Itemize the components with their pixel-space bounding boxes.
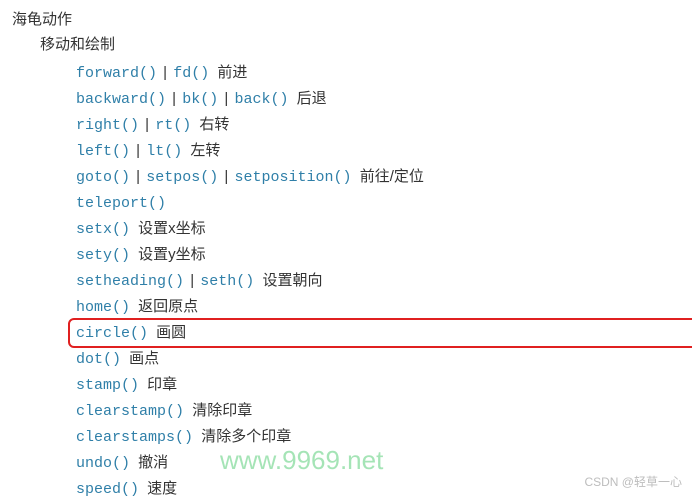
function-link[interactable]: right() [76, 117, 139, 134]
doc-root: 海龟动作 移动和绘制 forward() | fd() 前进backward()… [0, 0, 692, 500]
function-link[interactable]: teleport() [76, 195, 166, 212]
function-link[interactable]: home() [76, 299, 130, 316]
separator: | [168, 90, 180, 107]
separator: | [186, 272, 198, 289]
function-description: 前进 [213, 64, 247, 81]
function-link[interactable]: goto() [76, 169, 130, 186]
list-item: clearstamps() 清除多个印章 [76, 424, 692, 450]
separator: | [159, 64, 171, 81]
list-item: setx() 设置x坐标 [76, 216, 692, 242]
function-description: 左转 [186, 142, 220, 159]
function-link[interactable]: fd() [173, 65, 209, 82]
list-item: stamp() 印章 [76, 372, 692, 398]
function-link[interactable]: setposition() [235, 169, 352, 186]
list-item: home() 返回原点 [76, 294, 692, 320]
heading-level-2: 移动和绘制 [40, 33, 692, 54]
list-item: undo() 撤消 [76, 450, 692, 476]
list-item: left() | lt() 左转 [76, 138, 692, 164]
function-description: 印章 [143, 376, 177, 393]
function-link[interactable]: circle() [76, 325, 148, 342]
separator: | [132, 168, 144, 185]
function-link[interactable]: forward() [76, 65, 157, 82]
function-link[interactable]: setheading() [76, 273, 184, 290]
function-link[interactable]: rt() [155, 117, 191, 134]
list-item: dot() 画点 [76, 346, 692, 372]
list-item: backward() | bk() | back() 后退 [76, 86, 692, 112]
function-link[interactable]: speed() [76, 481, 139, 498]
list-item: right() | rt() 右转 [76, 112, 692, 138]
function-description: 右转 [195, 116, 229, 133]
list-item: forward() | fd() 前进 [76, 60, 692, 86]
function-list: forward() | fd() 前进backward() | bk() | b… [76, 60, 692, 500]
separator: | [132, 142, 144, 159]
list-item: goto() | setpos() | setposition() 前往/定位 [76, 164, 692, 190]
function-link[interactable]: stamp() [76, 377, 139, 394]
function-link[interactable]: lt() [146, 143, 182, 160]
function-link[interactable]: clearstamps() [76, 429, 193, 446]
function-link[interactable]: dot() [76, 351, 121, 368]
function-link[interactable]: back() [235, 91, 289, 108]
separator: | [220, 90, 232, 107]
list-item: teleport() [76, 190, 692, 216]
function-description: 设置x坐标 [134, 220, 206, 237]
list-item: sety() 设置y坐标 [76, 242, 692, 268]
function-link[interactable]: undo() [76, 455, 130, 472]
separator: | [141, 116, 153, 133]
function-description: 画圆 [152, 324, 186, 341]
separator: | [220, 168, 232, 185]
function-link[interactable]: clearstamp() [76, 403, 184, 420]
function-description: 撤消 [134, 454, 168, 471]
function-description: 设置朝向 [258, 272, 322, 289]
function-description: 前往/定位 [356, 168, 424, 185]
list-item: speed() 速度 [76, 476, 692, 500]
function-description: 清除印章 [188, 402, 252, 419]
function-description: 画点 [125, 350, 159, 367]
function-link[interactable]: bk() [182, 91, 218, 108]
function-link[interactable]: setpos() [146, 169, 218, 186]
list-item: circle() 画圆 [76, 320, 692, 346]
function-link[interactable]: seth() [200, 273, 254, 290]
function-description: 返回原点 [134, 298, 198, 315]
function-description: 后退 [293, 90, 327, 107]
function-description: 设置y坐标 [134, 246, 206, 263]
list-item: clearstamp() 清除印章 [76, 398, 692, 424]
function-description: 清除多个印章 [197, 428, 291, 445]
function-link[interactable]: backward() [76, 91, 166, 108]
function-link[interactable]: sety() [76, 247, 130, 264]
heading-level-1: 海龟动作 [12, 8, 692, 29]
function-link[interactable]: left() [76, 143, 130, 160]
function-description: 速度 [143, 480, 177, 497]
function-link[interactable]: setx() [76, 221, 130, 238]
list-item: setheading() | seth() 设置朝向 [76, 268, 692, 294]
